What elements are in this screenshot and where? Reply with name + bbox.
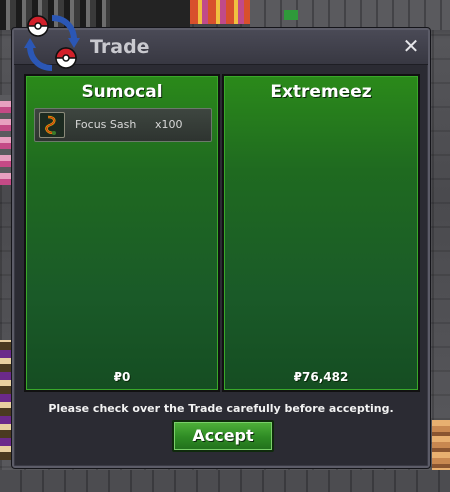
wall-tile: [110, 0, 190, 30]
offer-panel-extremeez: Extremeez ₽76,482: [222, 74, 420, 392]
accept-button[interactable]: Accept: [172, 420, 274, 452]
trade-exchange-icon: [24, 15, 80, 71]
floor-tile: [250, 0, 450, 30]
money-offer: ₽76,482: [293, 370, 349, 384]
trade-item-slot[interactable]: Focus Sash x100: [34, 108, 212, 142]
trade-notice: Please check over the Trade carefully be…: [48, 402, 394, 415]
money-offer: ₽0: [113, 370, 131, 384]
item-name: Focus Sash: [75, 118, 137, 131]
flower-bed: [190, 0, 250, 24]
focus-sash-icon: [39, 112, 65, 138]
floor-tile: [0, 470, 450, 492]
dialog-title: Trade: [90, 36, 150, 58]
player-name: Sumocal: [81, 82, 163, 102]
plant-sprite: [284, 10, 298, 20]
offer-panel-sumocal: Sumocal Focus Sash x100 ₽0: [24, 74, 220, 392]
trade-dialog: Trade ✕ Sumocal Focus Sash x100 ₽0 Extre…: [12, 15, 430, 468]
close-icon[interactable]: ✕: [400, 35, 422, 57]
player-name: Extremeez: [270, 82, 372, 102]
item-quantity: x100: [155, 118, 183, 131]
